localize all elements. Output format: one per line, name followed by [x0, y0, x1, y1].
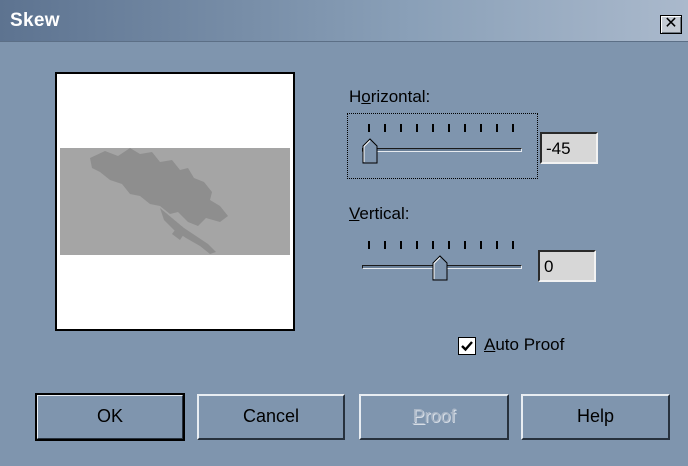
tick — [368, 124, 370, 132]
auto-proof-label-rest: uto Proof — [495, 335, 565, 354]
tick — [384, 241, 386, 249]
preview-image — [60, 148, 290, 255]
vertical-slider-ticks — [368, 241, 518, 251]
close-icon: ✕ — [664, 15, 678, 32]
auto-proof-checkbox[interactable] — [458, 337, 476, 355]
horizontal-value-field[interactable]: -45 — [540, 132, 598, 164]
tick — [416, 124, 418, 132]
horizontal-slider-track[interactable] — [362, 148, 522, 152]
tick — [512, 241, 514, 249]
horizontal-label: Horizontal: — [349, 87, 430, 107]
tick — [512, 124, 514, 132]
window-title: Skew — [10, 10, 60, 31]
tick — [368, 241, 370, 249]
preview-panel — [55, 72, 295, 331]
tick — [448, 241, 450, 249]
horizontal-label-mnemonic: o — [361, 87, 371, 106]
close-button[interactable]: ✕ — [660, 15, 682, 34]
ok-button-label: OK — [96, 406, 123, 426]
tick — [400, 124, 402, 132]
tick — [384, 124, 386, 132]
help-button[interactable]: Help — [521, 394, 670, 440]
tick — [432, 241, 434, 249]
proof-button-label: roof — [424, 406, 456, 426]
tick — [480, 124, 482, 132]
preview-shape — [90, 148, 228, 254]
vertical-label: Vertical: — [349, 204, 409, 224]
auto-proof-label[interactable]: Auto Proof — [484, 335, 564, 355]
tick — [448, 124, 450, 132]
tick — [480, 241, 482, 249]
tick — [496, 241, 498, 249]
vertical-slider-thumb[interactable] — [432, 255, 448, 281]
tick — [464, 124, 466, 132]
cancel-button-label: Cancel — [242, 406, 300, 426]
vertical-label-mnemonic: V — [349, 204, 360, 223]
tick — [400, 241, 402, 249]
proof-button[interactable]: Proof — [359, 394, 509, 440]
vertical-value-field[interactable]: 0 — [538, 250, 596, 282]
proof-button-mnemonic: P — [412, 406, 425, 426]
ok-button[interactable]: OK — [35, 393, 185, 441]
horizontal-slider-ticks — [368, 124, 518, 134]
vertical-label-rest: ertical: — [359, 204, 410, 223]
title-bar: Skew ✕ — [0, 0, 688, 42]
auto-proof-label-mnemonic: A — [484, 335, 496, 354]
tick — [464, 241, 466, 249]
checkmark-icon — [461, 341, 473, 352]
horizontal-slider-thumb[interactable] — [362, 138, 378, 164]
tick — [416, 241, 418, 249]
cancel-button[interactable]: Cancel — [197, 394, 345, 440]
help-button-label: Help — [576, 406, 615, 426]
tick — [432, 124, 434, 132]
horizontal-label-rest: rizontal: — [370, 87, 431, 106]
horizontal-label-prefix: H — [349, 87, 362, 106]
tick — [496, 124, 498, 132]
